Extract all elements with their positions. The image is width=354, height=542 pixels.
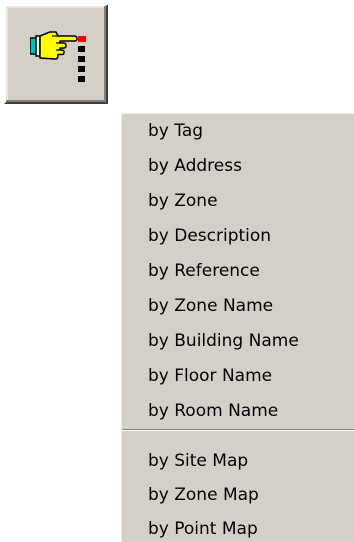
locate-point-button[interactable]	[0, 0, 114, 110]
menu-item-by-point-map[interactable]: by Point Map	[121, 513, 354, 542]
search-menu: by Tag by Address by Zone by Description…	[120, 112, 354, 542]
menu-item-by-address[interactable]: by Address	[121, 150, 354, 183]
pointing-hand-icon	[30, 31, 86, 82]
menu-item-by-room-name[interactable]: by Room Name	[121, 395, 354, 428]
menu-item-by-floor-name[interactable]: by Floor Name	[121, 360, 354, 393]
menu-item-by-description[interactable]: by Description	[121, 220, 354, 253]
menu-item-by-zone[interactable]: by Zone	[121, 185, 354, 218]
menu-item-by-tag[interactable]: by Tag	[121, 115, 354, 148]
menu-item-by-site-map[interactable]: by Site Map	[121, 445, 354, 478]
screen: by Tag by Address by Zone by Description…	[0, 0, 354, 542]
menu-item-by-building-name[interactable]: by Building Name	[121, 325, 354, 358]
button-frame[interactable]	[4, 4, 108, 104]
menu-item-by-zone-map[interactable]: by Zone Map	[121, 479, 354, 512]
menu-separator	[122, 429, 354, 431]
menu-item-by-zone-name[interactable]: by Zone Name	[121, 290, 354, 323]
menu-item-by-reference[interactable]: by Reference	[121, 255, 354, 288]
